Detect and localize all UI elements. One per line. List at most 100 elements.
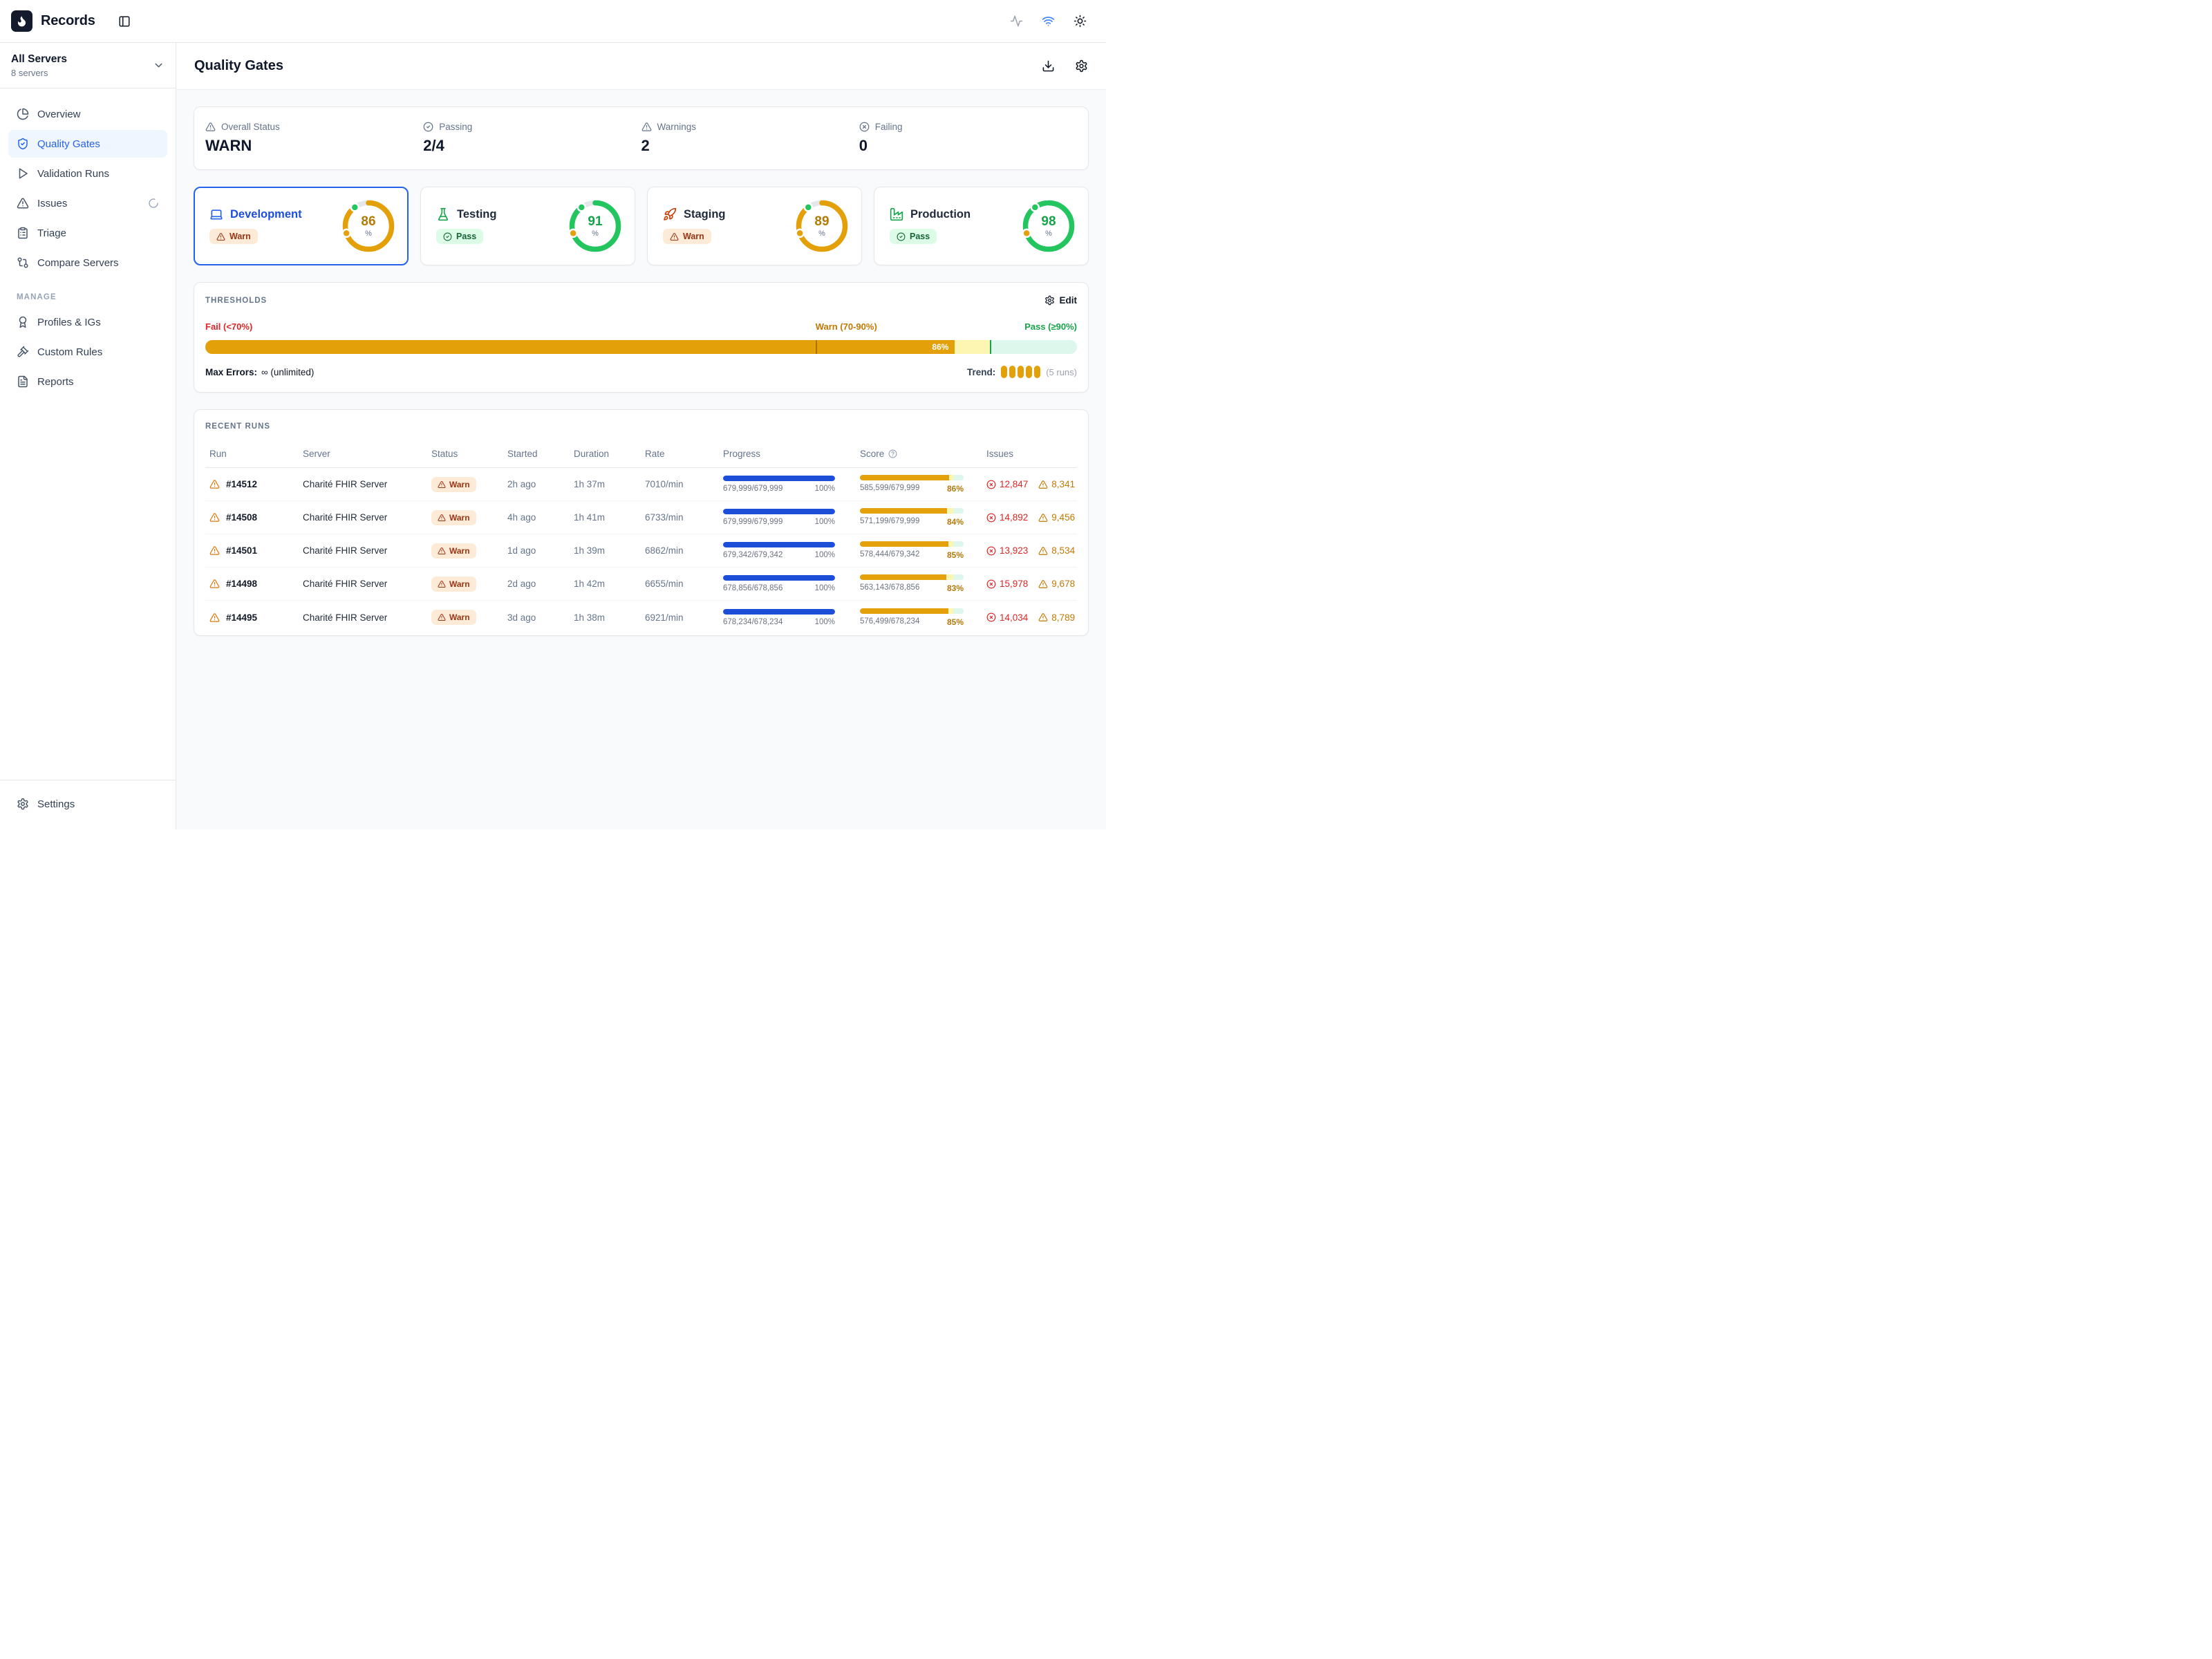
sidebar-item-label: Triage [37, 227, 66, 239]
table-row[interactable]: #14495 Charité FHIR Server Warn 3d ago 1… [205, 601, 1077, 634]
summary-item: Failing 0 [859, 122, 1077, 155]
page-title: Quality Gates [194, 58, 283, 74]
fail-threshold-label: Fail (<70%) [205, 321, 252, 332]
table-row[interactable]: #14508 Charité FHIR Server Warn 4h ago 1… [205, 501, 1077, 534]
progress-count: 679,342/679,342 [723, 551, 782, 559]
environment-card-staging[interactable]: Staging Warn 89 % [647, 187, 862, 265]
sidebar-item-quality-gates[interactable]: Quality Gates [8, 130, 167, 158]
sidebar-item-overview[interactable]: Overview [8, 100, 167, 128]
table-row[interactable]: #14501 Charité FHIR Server Warn 1d ago 1… [205, 534, 1077, 568]
progress-meter: 678,856/678,856 100% [723, 575, 835, 592]
gear-icon[interactable] [1075, 59, 1088, 73]
sidebar-item-custom-rules[interactable]: Custom Rules [8, 338, 167, 366]
progress-meter: 678,234/678,234 100% [723, 609, 835, 626]
warning-count: 8,341 [1051, 479, 1075, 489]
alert-triangle-icon [209, 579, 220, 589]
server-selector-subtitle: 8 servers [11, 68, 67, 78]
pie-chart-icon [17, 108, 29, 120]
x-circle-icon [986, 612, 996, 622]
duration-value: 1h 39m [574, 545, 645, 556]
progress-meter: 679,999/679,999 100% [723, 476, 835, 493]
warn-threshold-label: Warn (70-90%) [816, 321, 877, 332]
trend-bar [1018, 366, 1024, 378]
sidebar-item-reports[interactable]: Reports [8, 368, 167, 395]
environment-name: Staging [684, 208, 726, 221]
status-badge-label: Pass [456, 232, 476, 241]
environment-name: Testing [457, 208, 496, 221]
rate-value: 6655/min [645, 579, 723, 589]
status-badge: Warn [431, 543, 476, 559]
started-value: 1d ago [507, 545, 574, 556]
file-text-icon [17, 375, 29, 388]
environment-card-production[interactable]: Production Pass 98 % [874, 187, 1089, 265]
progress-percent: 100% [815, 485, 835, 493]
score-value: 89 [814, 215, 829, 228]
duration-value: 1h 41m [574, 512, 645, 523]
sidebar-item-issues[interactable]: Issues [8, 189, 167, 217]
warn-threshold-tick [816, 340, 817, 354]
warning-count: 8,534 [1051, 545, 1075, 556]
sidebar-item-label: Custom Rules [37, 346, 102, 358]
alert-triangle-icon [209, 479, 220, 489]
status-badge: Warn [663, 229, 711, 244]
rocket-icon [663, 207, 677, 221]
threshold-labels: Fail (<70%) Warn (70-90%) Pass (≥90%) [205, 321, 1077, 333]
alert-triangle-icon [438, 514, 446, 522]
server-name: Charité FHIR Server [303, 545, 431, 556]
download-icon[interactable] [1042, 59, 1055, 73]
warning-count: 8,789 [1051, 612, 1075, 623]
summary-item-label: Failing [875, 122, 903, 132]
error-count: 14,892 [1000, 512, 1028, 523]
status-badge-label: Warn [683, 232, 704, 241]
sidebar-item-profiles-igs[interactable]: Profiles & IGs [8, 308, 167, 336]
rate-value: 6733/min [645, 512, 723, 523]
summary-item-label: Warnings [657, 122, 697, 132]
wifi-icon[interactable] [1042, 15, 1055, 28]
alert-triangle-icon [438, 613, 446, 621]
sidebar-item-compare-servers[interactable]: Compare Servers [8, 249, 167, 276]
alert-triangle-icon [17, 197, 29, 209]
sidebar-item-label: Reports [37, 376, 74, 388]
score-count: 578,444/679,342 [860, 550, 919, 560]
edit-thresholds-button[interactable]: Edit [1044, 295, 1078, 306]
score-count: 571,199/679,999 [860, 517, 919, 527]
play-icon [17, 167, 29, 180]
x-circle-icon [986, 546, 996, 556]
table-row[interactable]: #14512 Charité FHIR Server Warn 2h ago 1… [205, 468, 1077, 501]
col-started: Started [507, 449, 574, 459]
sidebar-item-triage[interactable]: Triage [8, 219, 167, 247]
status-badge-label: Warn [229, 232, 251, 241]
alert-triangle-icon [438, 547, 446, 555]
server-selector[interactable]: All Servers 8 servers [0, 43, 176, 88]
score-percent-sign: % [365, 229, 372, 238]
sidebar-item-settings[interactable]: Settings [8, 790, 167, 818]
table-body: #14512 Charité FHIR Server Warn 2h ago 1… [205, 468, 1077, 634]
status-badge: Warn [431, 477, 476, 492]
rate-value: 6862/min [645, 545, 723, 556]
sidebar-item-validation-runs[interactable]: Validation Runs [8, 160, 167, 187]
x-circle-icon [986, 480, 996, 489]
trend-bar [1001, 366, 1007, 378]
score-ring: 86 % [341, 199, 395, 253]
loading-spinner-icon [148, 198, 159, 209]
chevron-down-icon [153, 59, 165, 71]
alert-triangle-icon [209, 545, 220, 556]
help-circle-icon[interactable] [888, 449, 897, 458]
error-count: 13,923 [1000, 545, 1028, 556]
trend-runs-label: (5 runs) [1046, 367, 1077, 377]
gear-icon [1044, 295, 1055, 306]
page-content: Overall Status WARN Passing 2/4 Warnings… [176, 90, 1106, 653]
environment-name: Production [910, 208, 971, 221]
activity-icon[interactable] [1010, 15, 1023, 28]
check-circle-icon [897, 232, 906, 241]
environment-card-testing[interactable]: Testing Pass 91 % [420, 187, 635, 265]
clipboard-list-icon [17, 227, 29, 239]
sun-icon[interactable] [1074, 15, 1087, 28]
status-badge-label: Pass [910, 232, 930, 241]
summary-item: Overall Status WARN [205, 122, 423, 155]
panel-left-icon[interactable] [118, 15, 131, 28]
alert-triangle-icon [641, 122, 652, 132]
table-row[interactable]: #14498 Charité FHIR Server Warn 2d ago 1… [205, 568, 1077, 601]
environment-card-development[interactable]: Development Warn 86 % [194, 187, 409, 265]
run-id: #14495 [226, 612, 257, 623]
